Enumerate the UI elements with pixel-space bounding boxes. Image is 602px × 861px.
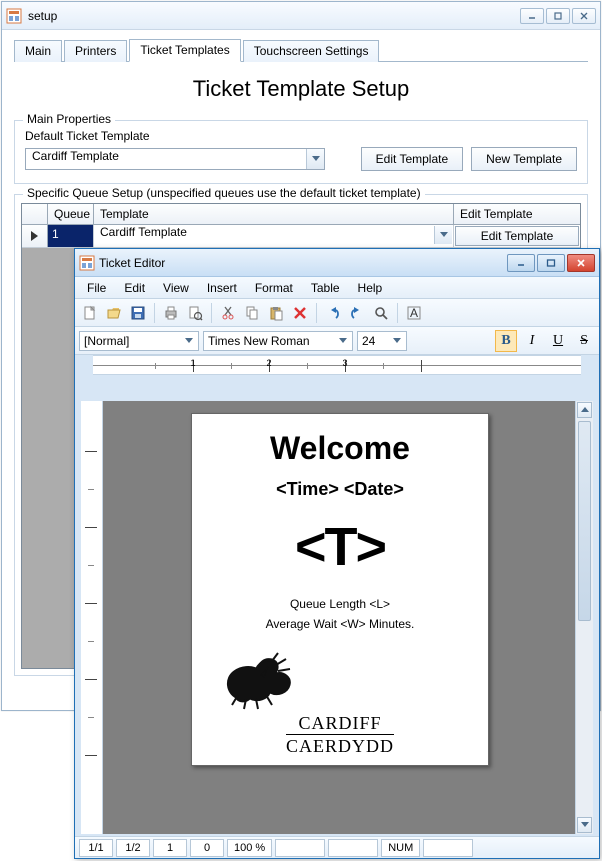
chevron-down-icon (182, 334, 196, 348)
status-line: 1 (153, 839, 187, 857)
copy-icon[interactable] (241, 302, 263, 324)
menu-table[interactable]: Table (303, 279, 348, 297)
doc-info: Queue Length <L> Average Wait <W> Minute… (206, 594, 474, 633)
open-icon[interactable] (103, 302, 125, 324)
underline-button[interactable]: U (547, 330, 569, 352)
maximize-button[interactable] (546, 8, 570, 24)
print-icon[interactable] (160, 302, 182, 324)
bold-button[interactable]: B (495, 330, 517, 352)
app-icon (6, 8, 22, 24)
status-zoom: 100 % (227, 839, 272, 857)
save-icon[interactable] (127, 302, 149, 324)
main-properties-group: Main Properties Default Ticket Template … (14, 120, 588, 184)
tab-bar: Main Printers Ticket Templates Touchscre… (14, 38, 588, 62)
status-section: 1/2 (116, 839, 150, 857)
app-icon (79, 255, 95, 271)
h-ruler[interactable]: 1 2 3 (93, 355, 581, 375)
editor-title: Ticket Editor (99, 256, 505, 270)
window-buttons (520, 8, 596, 24)
font-combo[interactable]: Times New Roman (203, 331, 353, 351)
strike-button[interactable]: S (573, 330, 595, 352)
logo-text-2: CAERDYDD (286, 734, 394, 757)
chevron-down-icon (336, 334, 350, 348)
edit-template-button[interactable]: Edit Template (361, 147, 464, 171)
grid-header: Queue Template Edit Template (22, 204, 580, 225)
document-area: Welcome <Time> <Date> <T> Queue Length <… (81, 401, 593, 834)
scroll-down-icon[interactable] (577, 817, 592, 833)
toolbar: A (75, 299, 599, 327)
menu-help[interactable]: Help (350, 279, 391, 297)
row-edit-template-button[interactable]: Edit Template (455, 226, 579, 246)
default-template-label: Default Ticket Template (25, 129, 577, 143)
find-icon[interactable] (370, 302, 392, 324)
svg-text:A: A (410, 306, 418, 320)
minimize-button[interactable] (520, 8, 544, 24)
grid-header-edit[interactable]: Edit Template (454, 204, 580, 224)
editor-close-button[interactable] (567, 254, 595, 272)
ticket-page[interactable]: Welcome <Time> <Date> <T> Queue Length <… (191, 413, 489, 766)
status-col: 0 (190, 839, 224, 857)
cardiff-logo-icon: CARDIFF CAERDYDD (206, 643, 474, 757)
new-template-button[interactable]: New Template (471, 147, 577, 171)
italic-button[interactable]: I (521, 330, 543, 352)
undo-icon[interactable] (322, 302, 344, 324)
edit-cell: Edit Template (454, 225, 580, 247)
doc-timedate: <Time> <Date> (206, 479, 474, 500)
format-bar: [Normal] Times New Roman 24 B I U S (75, 327, 599, 355)
editor-maximize-button[interactable] (537, 254, 565, 272)
close-button[interactable] (572, 8, 596, 24)
tab-ticket-templates[interactable]: Ticket Templates (129, 39, 240, 62)
size-combo[interactable]: 24 (357, 331, 407, 351)
tab-main[interactable]: Main (14, 40, 62, 62)
redo-icon[interactable] (346, 302, 368, 324)
status-num: NUM (381, 839, 420, 857)
menu-view[interactable]: View (155, 279, 197, 297)
scroll-thumb[interactable] (578, 421, 591, 621)
scroll-up-icon[interactable] (577, 402, 592, 418)
row-selector-icon[interactable] (22, 225, 48, 247)
v-ruler[interactable] (81, 401, 103, 834)
doc-welcome: Welcome (206, 430, 474, 467)
queue-setup-legend: Specific Queue Setup (unspecified queues… (23, 186, 425, 200)
menu-insert[interactable]: Insert (199, 279, 245, 297)
queue-cell[interactable]: 1 (48, 225, 94, 247)
print-preview-icon[interactable] (184, 302, 206, 324)
table-row[interactable]: 1 Cardiff Template Edit Template (22, 225, 580, 248)
tab-touchscreen[interactable]: Touchscreen Settings (243, 40, 380, 62)
delete-icon[interactable] (289, 302, 311, 324)
editor-minimize-button[interactable] (507, 254, 535, 272)
menu-file[interactable]: File (79, 279, 114, 297)
status-empty2 (328, 839, 378, 857)
status-empty3 (423, 839, 473, 857)
setup-titlebar[interactable]: setup (2, 2, 600, 30)
doc-ticket-number: <T> (206, 516, 474, 578)
menu-edit[interactable]: Edit (116, 279, 153, 297)
default-template-combo[interactable]: Cardiff Template (25, 148, 325, 170)
template-cell[interactable]: Cardiff Template (94, 225, 454, 247)
menu-format[interactable]: Format (247, 279, 301, 297)
menu-bar: File Edit View Insert Format Table Help (75, 277, 599, 299)
cut-icon[interactable] (217, 302, 239, 324)
ticket-editor-window: Ticket Editor File Edit View Insert Form… (74, 248, 600, 859)
grid-header-queue[interactable]: Queue (48, 204, 94, 224)
logo-text-1: CARDIFF (206, 713, 474, 734)
page-title: Ticket Template Setup (14, 76, 588, 102)
status-page: 1/1 (79, 839, 113, 857)
grid-header-selector (22, 204, 48, 224)
char-format-icon[interactable]: A (403, 302, 425, 324)
editor-titlebar[interactable]: Ticket Editor (75, 249, 599, 277)
grid-header-template[interactable]: Template (94, 204, 454, 224)
setup-title: setup (28, 9, 520, 23)
v-scrollbar[interactable] (575, 401, 593, 834)
paste-icon[interactable] (265, 302, 287, 324)
new-icon[interactable] (79, 302, 101, 324)
chevron-down-icon (390, 334, 404, 348)
tab-printers[interactable]: Printers (64, 40, 127, 62)
style-combo[interactable]: [Normal] (79, 331, 199, 351)
status-empty1 (275, 839, 325, 857)
status-bar: 1/1 1/2 1 0 100 % NUM (75, 836, 599, 858)
main-properties-legend: Main Properties (23, 112, 115, 126)
